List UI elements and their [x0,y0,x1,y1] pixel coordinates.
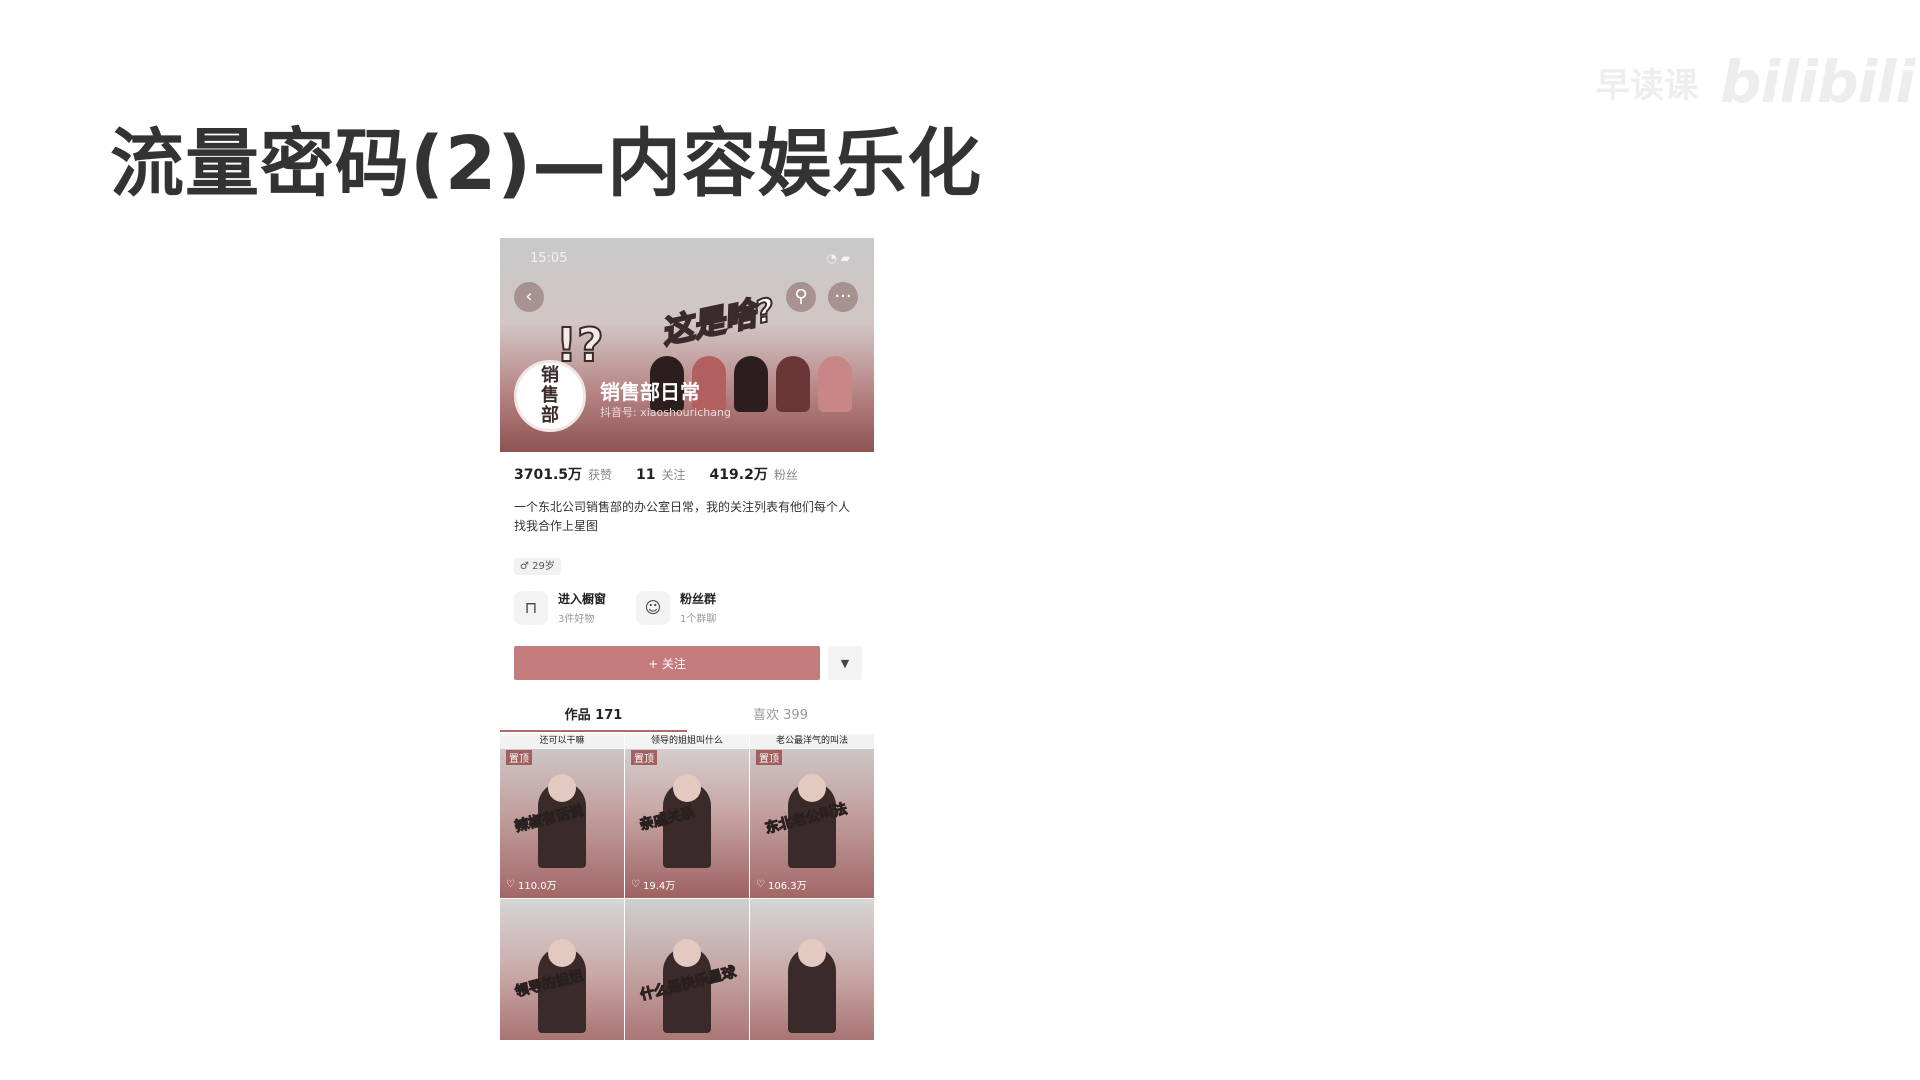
account-name: 销售部日常 [600,380,700,404]
video-caption: 还可以干嘛 [500,734,624,749]
bio-line: 找我合作上星图 [514,519,599,533]
tab-works[interactable]: 作品 171 [500,702,687,732]
search-button[interactable]: ⚲ [786,282,816,312]
video-thumbnail[interactable] [750,899,874,1040]
phone-screenshot: 15:05 ◔ ▰ ‹ ⚲ ··· !? 这是啥? 销 售 部 销售部日常 抖音… [500,238,874,1040]
video-caption: 领导的姐姐叫什么 [625,734,749,749]
person-head [548,939,576,967]
bilibili-logo: bilibili [1720,48,1915,116]
bio-line: 一个东北公司销售部的办公室日常，我的关注列表有他们每个人 [514,500,851,514]
stat-value: 3701.5万 [514,467,583,483]
stat-label: 获赞 [588,468,613,482]
search-icon: ⚲ [794,286,808,307]
pinned-badge: 置顶 [756,750,782,765]
more-options-button[interactable]: ▼ [828,646,862,680]
profile-stats: 3701.5万 获赞 11 关注 419.2万 粉丝 [514,464,798,484]
video-thumbnail[interactable]: 还可以干嘛 置顶 辣椒有话说 ♡ 110.0万 [500,734,624,898]
stat-value: 11 [636,467,656,483]
stat-followers[interactable]: 419.2万 粉丝 [710,464,798,484]
video-thumbnail[interactable]: 老公最洋气的叫法 置顶 东北老公叫法 ♡ 106.3万 [750,734,874,898]
status-time: 15:05 [530,251,568,266]
pinned-badge: 置顶 [631,750,657,765]
stat-value: 419.2万 [709,467,768,483]
watermark: 早读课 bilibili [1596,48,1915,116]
more-icon: ··· [834,286,852,307]
video-thumbnail[interactable]: 领导的姐姐叫什么 置顶 亲戚关系 ♡ 19.4万 [625,734,749,898]
content-tabs: 作品 171 喜欢 399 [500,702,874,732]
like-value: 110.0万 [517,881,557,892]
like-count: ♡ 106.3万 [756,877,807,892]
avatar[interactable]: 销 售 部 [514,360,586,432]
feature-title: 粉丝群 [680,592,717,606]
heart-icon: ♡ [506,879,515,890]
tab-likes[interactable]: 喜欢 399 [687,702,874,732]
fan-group-entry[interactable]: ☺ 粉丝群 1个群聊 [636,590,716,625]
slide-title: 流量密码(2)—内容娱乐化 [110,121,983,207]
video-caption: 老公最洋气的叫法 [750,734,874,749]
status-icons: ◔ ▰ [826,251,850,265]
video-thumbnail[interactable]: 领导的姐姐 [500,899,624,1040]
watermark-text: 早读课 [1596,65,1698,106]
shopping-bag-icon: ⊓ [514,590,548,625]
avatar-text: 销 售 部 [541,365,559,426]
profile-banner: 15:05 ◔ ▰ ‹ ⚲ ··· !? 这是啥? 销 售 部 销售部日常 抖音… [500,238,874,452]
person-head [798,939,826,967]
account-id: 抖音号: xiaoshourichang [600,406,731,419]
person-head [798,774,826,802]
banner-art-text: 这是啥? [657,289,779,352]
chevron-down-icon: ▼ [840,656,850,670]
back-button[interactable]: ‹ [514,282,544,312]
like-count: ♡ 19.4万 [631,877,675,892]
more-button[interactable]: ··· [828,282,858,312]
cartoon-figure [734,356,768,412]
feature-subtitle: 1个群聊 [680,614,717,625]
feature-title: 进入橱窗 [558,592,607,606]
person-head [673,774,701,802]
feature-entries: ⊓ 进入橱窗 3件好物 ☺ 粉丝群 1个群聊 [514,590,716,625]
stat-following[interactable]: 11 关注 [636,464,686,483]
profile-bio: 一个东北公司销售部的办公室日常，我的关注列表有他们每个人 找我合作上星图 [514,498,860,536]
cartoon-figure [776,356,810,412]
video-thumbnail[interactable]: 什么是快乐星球 [625,899,749,1040]
chevron-left-icon: ‹ [525,286,533,307]
fan-group-icon: ☺ [636,590,671,625]
person-head [548,774,576,802]
video-grid: 还可以干嘛 置顶 辣椒有话说 ♡ 110.0万 领导的姐姐叫什么 置顶 亲戚关系 … [500,734,874,1040]
like-count: ♡ 110.0万 [506,877,557,892]
person-head [673,939,701,967]
like-value: 106.3万 [767,881,807,892]
stat-label: 关注 [661,468,686,482]
cartoon-figure [818,356,852,412]
shop-window-entry[interactable]: ⊓ 进入橱窗 3件好物 [514,590,606,625]
age-tag: ♂ 29岁 [514,558,561,575]
stat-likes[interactable]: 3701.5万 获赞 [514,464,612,484]
heart-icon: ♡ [631,879,640,890]
feature-subtitle: 3件好物 [558,614,595,625]
stat-label: 粉丝 [773,468,798,482]
like-value: 19.4万 [642,881,676,892]
follow-button[interactable]: + 关注 [514,646,820,680]
heart-icon: ♡ [756,879,765,890]
pinned-badge: 置顶 [506,750,532,765]
